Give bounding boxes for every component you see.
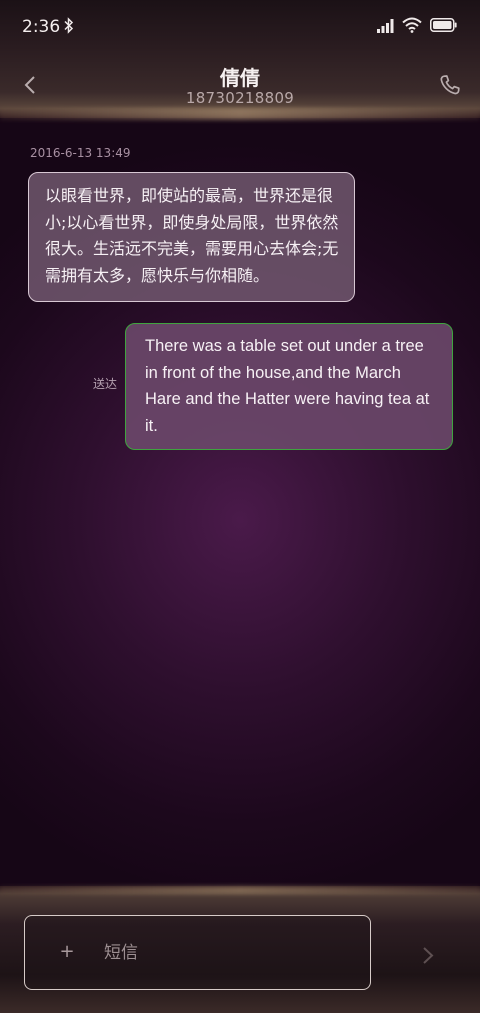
attach-plus-button[interactable]: + (58, 940, 76, 964)
received-message-text: 以眼看世界，即使站的最高，世界还是很小;以心看世界，即使身处局限，世界依然很大。… (45, 186, 339, 285)
header-divider (0, 108, 480, 120)
sent-message-text: There was a table set out under a tree i… (145, 337, 430, 435)
signal-icon (377, 19, 394, 33)
message-input[interactable] (104, 938, 354, 968)
sent-message-bubble[interactable]: There was a table set out under a tree i… (125, 323, 453, 450)
message-timestamp: 2016-6-13 13:49 (30, 146, 131, 160)
contact-number: 18730218809 (185, 89, 295, 107)
send-arrow-icon[interactable] (420, 943, 436, 967)
contact-name: 倩倩 (220, 66, 260, 90)
status-time: 2:36 (22, 17, 61, 37)
phone-icon[interactable] (438, 73, 462, 97)
bluetooth-icon (64, 17, 74, 34)
wifi-icon (402, 17, 422, 33)
messaging-screen: 2:36 倩倩 18730218809 2016-6-13 13:49 以眼看世… (0, 0, 480, 1013)
battery-icon (430, 18, 457, 32)
composer-divider (0, 886, 480, 894)
received-message-bubble[interactable]: 以眼看世界，即使站的最高，世界还是很小;以心看世界，即使身处局限，世界依然很大。… (28, 172, 355, 302)
status-bar: 2:36 (0, 0, 480, 52)
sent-status-label: 送达 (93, 377, 118, 391)
